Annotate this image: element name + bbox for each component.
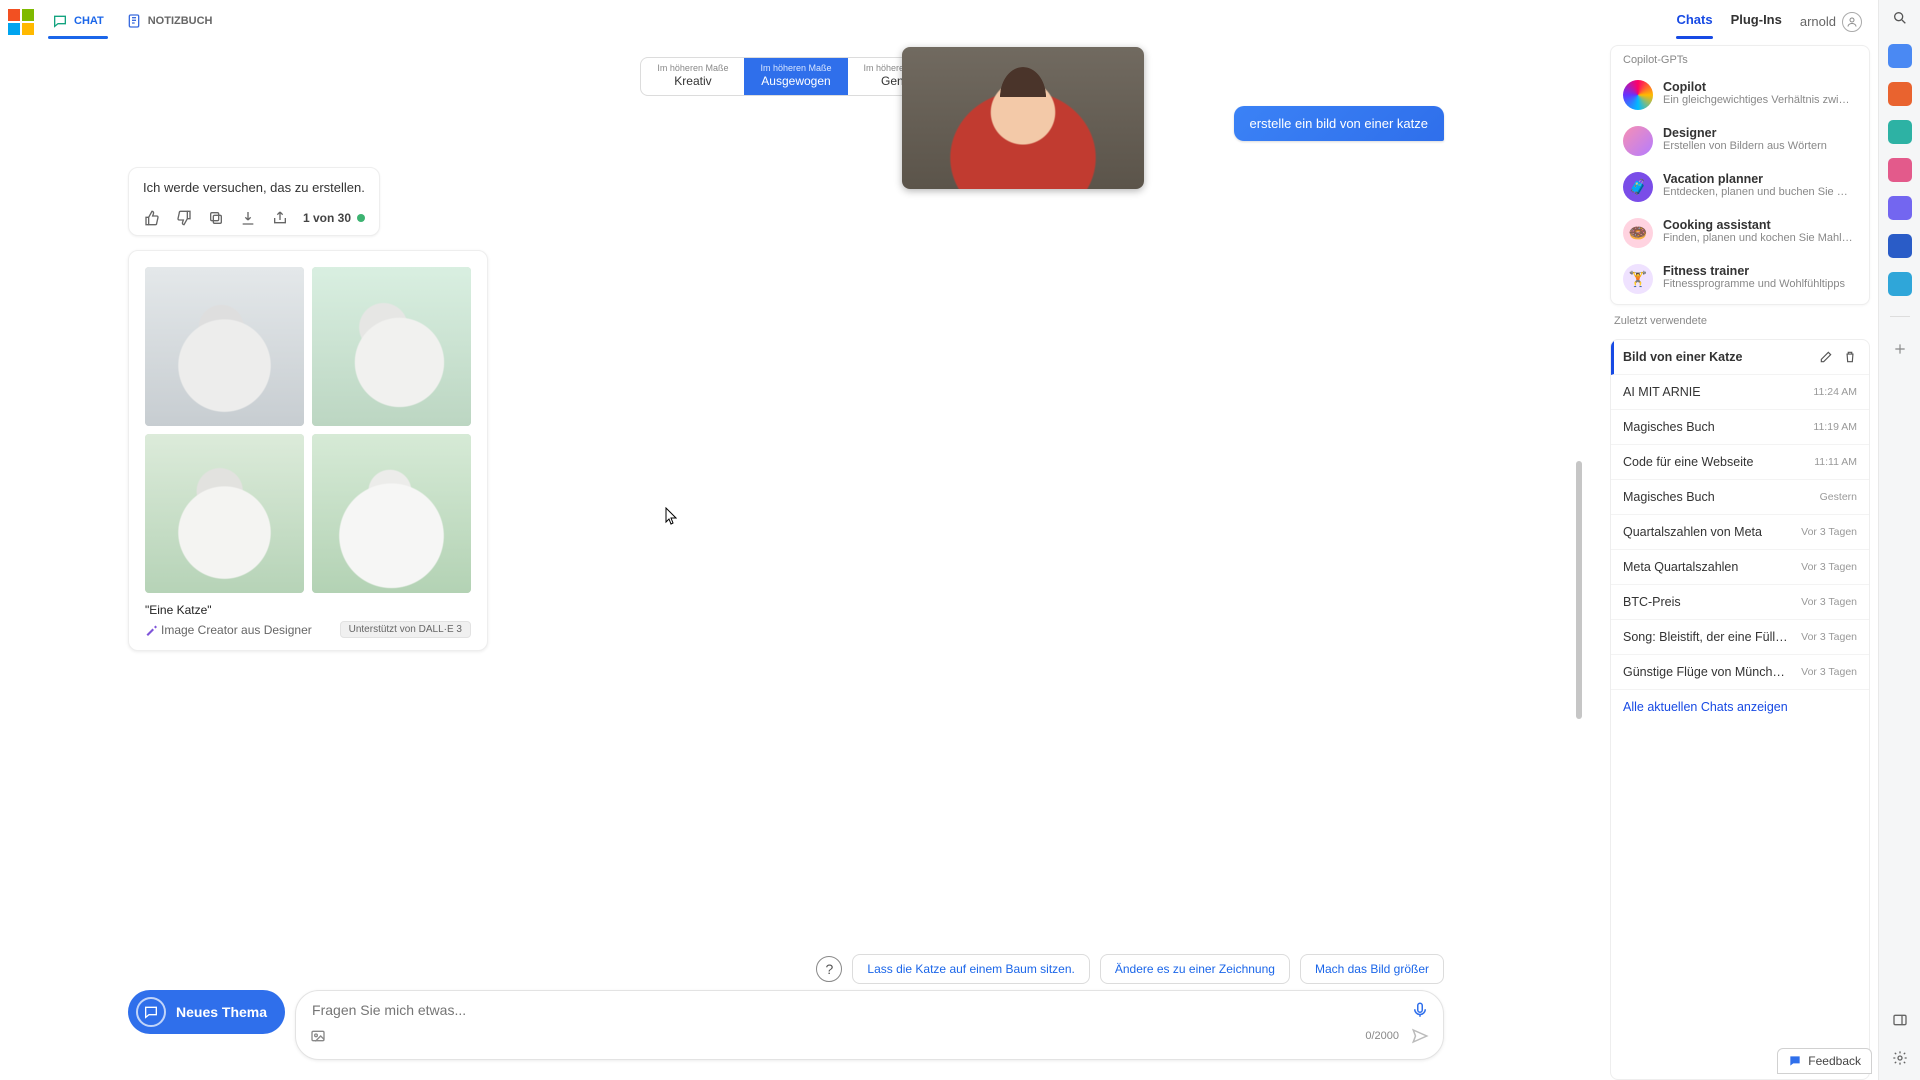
settings-icon[interactable] <box>1888 1046 1912 1070</box>
gpt-item-designer[interactable]: Designer Erstellen von Bildern aus Wörte… <box>1611 118 1869 164</box>
chat-icon <box>52 13 68 29</box>
image-caption: "Eine Katze" <box>145 603 471 617</box>
sidebar-app-5-icon[interactable] <box>1888 196 1912 220</box>
recent-item[interactable]: Song: Bleistift, der eine Füllfeder sein… <box>1611 620 1869 655</box>
feedback-button[interactable]: Feedback <box>1777 1048 1872 1074</box>
style-balanced[interactable]: Im höheren Maße Ausgewogen <box>744 58 847 95</box>
style-creative[interactable]: Im höheren Maße Kreativ <box>641 58 744 95</box>
recents-title: Zuletzt verwendete <box>1610 315 1870 329</box>
send-icon[interactable] <box>1411 1027 1429 1045</box>
suggestion-chip-1[interactable]: Lass die Katze auf einem Baum sitzen. <box>852 954 1089 984</box>
webcam-overlay <box>902 47 1144 189</box>
generated-image-1[interactable] <box>145 267 304 426</box>
tab-notebook-label: NOTIZBUCH <box>148 15 213 27</box>
dumbbell-icon: 🏋️ <box>1623 264 1653 294</box>
right-tab-plugins[interactable]: Plug-Ins <box>1731 4 1782 39</box>
notebook-icon <box>126 13 142 29</box>
dislike-icon[interactable] <box>175 209 193 227</box>
recent-item[interactable]: Günstige Flüge von München nach FraVor 3… <box>1611 655 1869 690</box>
download-icon[interactable] <box>239 209 257 227</box>
recent-item[interactable]: AI MIT ARNIE11:24 AM <box>1611 375 1869 410</box>
copy-icon[interactable] <box>207 209 225 227</box>
copilot-icon <box>1623 80 1653 110</box>
search-icon[interactable] <box>1888 6 1912 30</box>
gpt-item-copilot[interactable]: Copilot Ein gleichgewichtiges Verhältnis… <box>1611 72 1869 118</box>
help-button[interactable]: ? <box>816 956 842 982</box>
designer-icon <box>1623 126 1653 156</box>
feedback-label: Feedback <box>1808 1054 1861 1068</box>
delete-icon[interactable] <box>1843 350 1857 364</box>
gpt-item-fitness[interactable]: 🏋️ Fitness trainer Fitnessprogramme und … <box>1611 256 1869 302</box>
wand-icon <box>145 624 157 636</box>
powered-by-badge: Unterstützt von DALL·E 3 <box>340 621 471 638</box>
sidebar-app-2-icon[interactable] <box>1888 82 1912 106</box>
add-app-icon[interactable] <box>1888 337 1912 361</box>
sidebar-app-3-icon[interactable] <box>1888 120 1912 144</box>
image-upload-icon[interactable] <box>310 1028 326 1044</box>
char-counter: 0/2000 <box>1365 1030 1399 1042</box>
gpt-item-cooking[interactable]: 🍩 Cooking assistant Finden, planen und k… <box>1611 210 1869 256</box>
tab-chat-label: CHAT <box>74 15 104 27</box>
browser-sidebar <box>1878 0 1920 1080</box>
suitcase-icon: 🧳 <box>1623 172 1653 202</box>
sidebar-app-7-icon[interactable] <box>1888 272 1912 296</box>
sidebar-app-6-icon[interactable] <box>1888 234 1912 258</box>
sidebar-app-1-icon[interactable] <box>1888 44 1912 68</box>
response-counter: 1 von 30 <box>303 211 365 225</box>
recents-list: Bild von einer Katze AI MIT ARNIE11:24 A… <box>1610 339 1870 1080</box>
mic-icon[interactable] <box>1411 1001 1429 1019</box>
right-tab-chats[interactable]: Chats <box>1676 4 1712 39</box>
generated-images-card: "Eine Katze" Image Creator aus Designer … <box>128 250 488 651</box>
recent-item-current[interactable]: Bild von einer Katze <box>1611 340 1869 375</box>
sidebar-app-4-icon[interactable] <box>1888 158 1912 182</box>
recent-item[interactable]: Quartalszahlen von MetaVor 3 Tagen <box>1611 515 1869 550</box>
feedback-icon <box>1788 1054 1802 1068</box>
generated-image-3[interactable] <box>145 434 304 593</box>
user-menu[interactable]: arnold <box>1800 12 1862 32</box>
assistant-message: Ich werde versuchen, das zu erstellen. 1… <box>128 167 380 236</box>
show-all-chats[interactable]: Alle aktuellen Chats anzeigen <box>1611 690 1869 724</box>
recent-item[interactable]: Magisches Buch11:19 AM <box>1611 410 1869 445</box>
recent-item[interactable]: Magisches BuchGestern <box>1611 480 1869 515</box>
suggestion-chip-2[interactable]: Ändere es zu einer Zeichnung <box>1100 954 1290 984</box>
share-icon[interactable] <box>271 209 289 227</box>
recent-item[interactable]: BTC-PreisVor 3 Tagen <box>1611 585 1869 620</box>
sidebar-toggle-icon[interactable] <box>1888 1008 1912 1032</box>
new-topic-icon <box>136 997 166 1027</box>
edit-icon[interactable] <box>1819 350 1833 364</box>
status-dot-icon <box>357 214 365 222</box>
gpts-section-title: Copilot-GPTs <box>1611 54 1869 72</box>
suggestion-chip-3[interactable]: Mach das Bild größer <box>1300 954 1444 984</box>
avatar-icon <box>1842 12 1862 32</box>
generated-image-2[interactable] <box>312 267 471 426</box>
like-icon[interactable] <box>143 209 161 227</box>
microsoft-logo <box>8 9 34 35</box>
user-message: erstelle ein bild von einer katze <box>1234 106 1445 141</box>
assistant-text: Ich werde versuchen, das zu erstellen. <box>143 180 365 195</box>
new-topic-button[interactable]: Neues Thema <box>128 990 285 1034</box>
scrollbar-thumb[interactable] <box>1576 461 1582 719</box>
composer-box[interactable]: 0/2000 <box>295 990 1444 1060</box>
image-source: Image Creator aus Designer <box>161 623 312 637</box>
tab-chat[interactable]: CHAT <box>48 5 108 39</box>
recent-item[interactable]: Code für eine Webseite11:11 AM <box>1611 445 1869 480</box>
username-label: arnold <box>1800 14 1836 29</box>
new-topic-label: Neues Thema <box>176 1004 267 1020</box>
gpt-item-vacation[interactable]: 🧳 Vacation planner Entdecken, planen und… <box>1611 164 1869 210</box>
recent-item[interactable]: Meta QuartalszahlenVor 3 Tagen <box>1611 550 1869 585</box>
composer-input[interactable] <box>310 1001 1403 1019</box>
tab-notebook[interactable]: NOTIZBUCH <box>122 5 217 39</box>
donut-icon: 🍩 <box>1623 218 1653 248</box>
generated-image-4[interactable] <box>312 434 471 593</box>
